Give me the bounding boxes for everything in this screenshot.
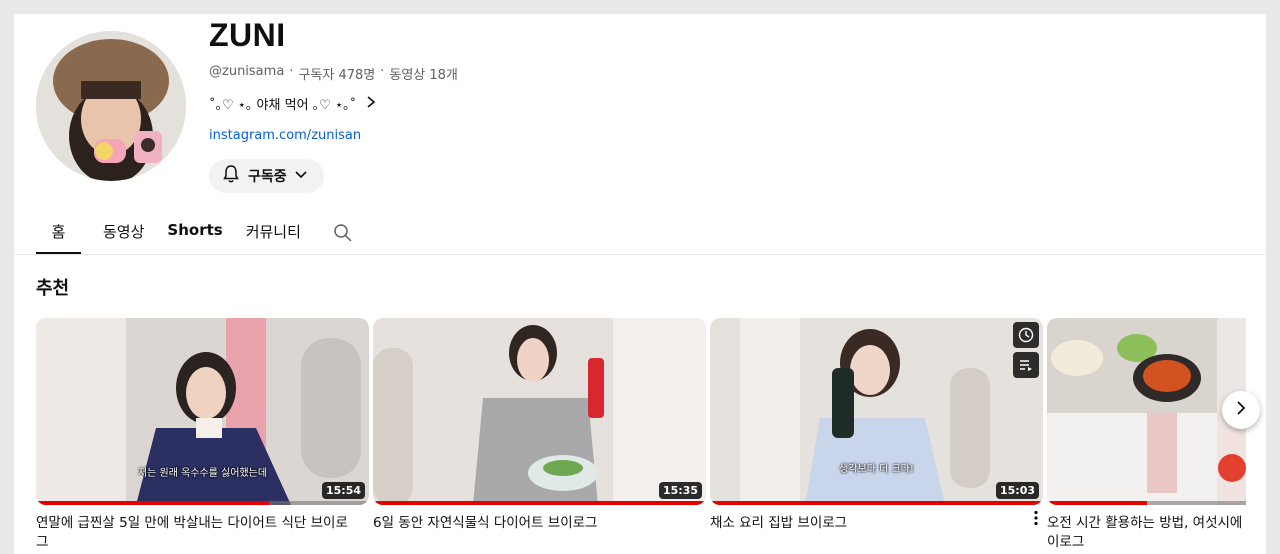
video-title[interactable]: 연말에 급찐살 5일 만에 박살내는 다이어트 식단 브이로그 bbox=[36, 514, 356, 552]
video-count: 동영상 18개 bbox=[389, 68, 458, 83]
tab-community[interactable]: 커뮤니티 bbox=[246, 212, 301, 254]
meta-separator: · bbox=[289, 64, 294, 79]
section-title: 추천 bbox=[36, 278, 70, 299]
progress-bar bbox=[373, 501, 706, 505]
more-vert-icon[interactable] bbox=[1033, 510, 1039, 530]
video-duration: 15:35 bbox=[658, 482, 702, 499]
chevron-right-icon[interactable] bbox=[366, 94, 376, 113]
meta-separator: · bbox=[380, 64, 385, 79]
progress-bar bbox=[36, 501, 270, 505]
playlist-add-icon[interactable] bbox=[1013, 352, 1039, 378]
video-title[interactable]: 오전 시간 활용하는 방법, 여섯시에 일어나는 모닝루틴 브이로그 bbox=[1047, 514, 1246, 552]
tab-shorts[interactable]: Shorts bbox=[167, 212, 222, 254]
tabs-divider bbox=[14, 254, 1266, 255]
shelf-next-button[interactable] bbox=[1222, 391, 1260, 429]
video-caption: 생각보다 더 크다! bbox=[839, 464, 914, 475]
video-card[interactable]: 15:35 6일 동안 자연식물식 다이어트 브이로그 bbox=[373, 318, 706, 552]
tab-videos[interactable]: 동영상 bbox=[103, 212, 144, 254]
video-caption: 저는 원래 옥수수를 싫어했는데 bbox=[137, 468, 268, 479]
video-title[interactable]: 채소 요리 집밥 브이로그 bbox=[710, 514, 1030, 552]
subscribe-label: 구독중 bbox=[248, 169, 287, 185]
video-duration: 15:03 bbox=[995, 482, 1039, 499]
channel-meta: @zunisama · 구독자 478명 · 동영상 18개 bbox=[209, 64, 458, 83]
video-card[interactable]: 오전 시간 활용하는 방법, 여섯시에 일어나는 모닝루틴 브이로그 bbox=[1047, 318, 1246, 552]
video-card[interactable]: 저는 원래 옥수수를 싫어했는데 15:54 연말에 급찐살 5일 만에 박살내… bbox=[36, 318, 369, 552]
subscriber-count: 구독자 478명 bbox=[298, 68, 376, 83]
subscribed-button[interactable]: 구독중 bbox=[209, 159, 324, 193]
chevron-right-icon bbox=[1235, 400, 1247, 420]
video-thumbnail[interactable] bbox=[1047, 318, 1246, 505]
progress-bar bbox=[710, 501, 1043, 505]
channel-handle: @zunisama bbox=[209, 64, 285, 79]
tab-home[interactable]: 홈 bbox=[36, 212, 81, 254]
clock-icon[interactable] bbox=[1013, 322, 1039, 348]
channel-tabs: 홈 동영상 Shorts 커뮤니티 bbox=[36, 212, 353, 254]
channel-external-link[interactable]: instagram.com/zunisan bbox=[209, 128, 361, 143]
search-icon[interactable] bbox=[333, 212, 353, 254]
video-title[interactable]: 6일 동안 자연식물식 다이어트 브이로그 bbox=[373, 514, 693, 552]
video-shelf: 저는 원래 옥수수를 싫어했는데 15:54 연말에 급찐살 5일 만에 박살내… bbox=[36, 318, 1246, 554]
video-card[interactable]: 생각보다 더 크다! 15:03 채소 요리 집밥 브이로그 bbox=[710, 318, 1043, 552]
chevron-down-icon bbox=[294, 168, 308, 184]
video-thumbnail[interactable]: 15:35 bbox=[373, 318, 706, 505]
video-thumbnail[interactable]: 저는 원래 옥수수를 싫어했는데 15:54 bbox=[36, 318, 369, 505]
video-thumbnail[interactable]: 생각보다 더 크다! 15:03 bbox=[710, 318, 1043, 505]
description-text: ˚｡♡ ⋆｡ 야채 먹어 ｡♡ ⋆｡˚ bbox=[209, 98, 357, 113]
channel-avatar[interactable] bbox=[36, 31, 186, 181]
channel-name: ZUNI bbox=[209, 17, 286, 53]
video-duration: 15:54 bbox=[321, 482, 365, 499]
channel-description[interactable]: ˚｡♡ ⋆｡ 야채 먹어 ｡♡ ⋆｡˚ bbox=[209, 94, 376, 113]
progress-bar bbox=[1047, 501, 1147, 505]
channel-page: ZUNI @zunisama · 구독자 478명 · 동영상 18개 ˚｡♡ … bbox=[14, 14, 1266, 554]
bell-icon bbox=[221, 164, 241, 188]
